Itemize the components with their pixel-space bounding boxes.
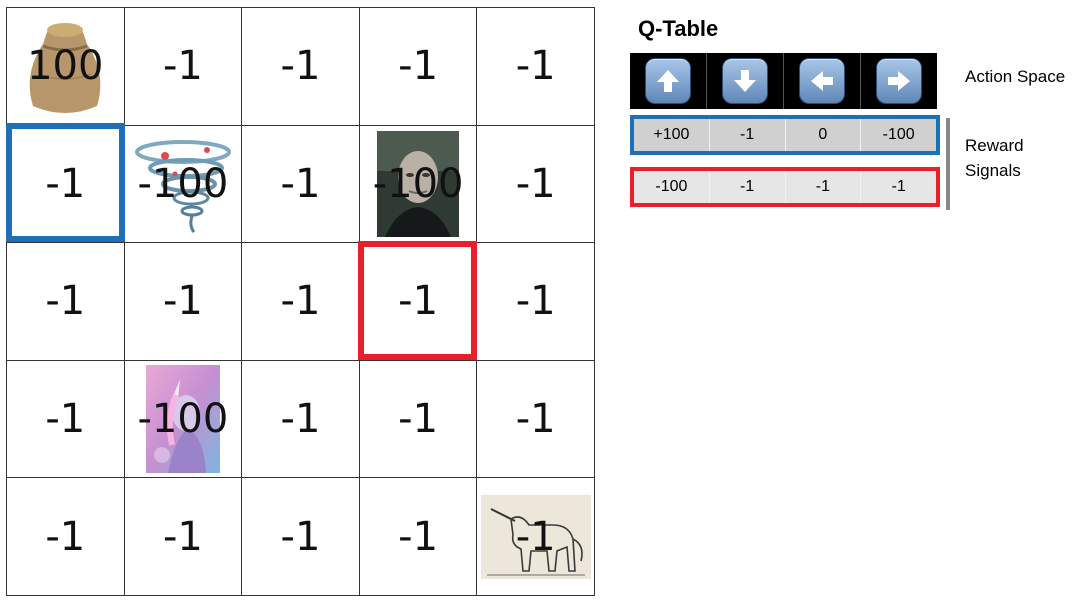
grid-cell: -1 bbox=[242, 125, 360, 244]
grid-cell: -100 bbox=[124, 360, 243, 479]
grid-cell: -1 bbox=[477, 478, 595, 596]
cell-value: -1 bbox=[280, 43, 321, 90]
grid-cell: -1 bbox=[7, 243, 125, 361]
q-value: -1 bbox=[710, 119, 786, 151]
cell-value: 100 bbox=[27, 43, 104, 90]
grid-cell: -1 bbox=[359, 478, 478, 596]
cell-value: -1 bbox=[515, 396, 556, 443]
grid-cell: -1 bbox=[359, 360, 478, 479]
grid-cell: -1 bbox=[242, 478, 360, 596]
reward-signals-bracket bbox=[946, 118, 950, 210]
cell-value: -1 bbox=[280, 513, 321, 560]
cell-value: -100 bbox=[137, 160, 229, 207]
cell-value: -100 bbox=[137, 396, 229, 443]
cell-value: -1 bbox=[398, 396, 439, 443]
cell-value: -1 bbox=[280, 278, 321, 325]
grid-cell: -1 bbox=[242, 360, 360, 479]
grid-cell: -1 bbox=[124, 8, 243, 126]
q-value: -1 bbox=[891, 178, 906, 195]
q-value: +100 bbox=[634, 119, 710, 151]
q-value: -100 bbox=[882, 126, 915, 143]
action-left bbox=[784, 53, 861, 109]
cell-value: -1 bbox=[515, 43, 556, 90]
cell-value: -1 bbox=[162, 43, 203, 90]
q-table-title: Q-Table bbox=[638, 16, 719, 41]
grid-cell: -1 bbox=[7, 125, 125, 244]
grid-cell: -1 bbox=[359, 8, 478, 126]
cell-value: -1 bbox=[45, 396, 86, 443]
action-space-bar bbox=[630, 53, 937, 109]
action-up bbox=[630, 53, 707, 109]
grid-cell: 100 bbox=[7, 8, 125, 126]
cell-value: -1 bbox=[45, 278, 86, 325]
grid-cell: -1 bbox=[477, 8, 595, 126]
cell-value: -1 bbox=[280, 396, 321, 443]
cell-value: -1 bbox=[515, 513, 556, 560]
cell-value: -1 bbox=[45, 513, 86, 560]
cell-value: -1 bbox=[515, 278, 556, 325]
reward-signals-label: Reward Signals bbox=[965, 133, 1024, 183]
cell-value: -1 bbox=[162, 513, 203, 560]
q-value: -1 bbox=[710, 171, 786, 203]
grid-cell: -100 bbox=[124, 125, 243, 244]
cell-value: -1 bbox=[280, 160, 321, 207]
q-value: 0 bbox=[786, 119, 862, 151]
arrow-up-icon bbox=[646, 59, 690, 103]
arrow-right-icon bbox=[877, 59, 921, 103]
grid-world: 100 -1 -1 -1 -1 -1 -100 -1 -100 -1 -1 -1… bbox=[6, 7, 595, 596]
grid-cell: -1 bbox=[242, 243, 360, 361]
grid-cell: -1 bbox=[124, 243, 243, 361]
arrow-left-icon bbox=[800, 59, 844, 103]
grid-cell: -1 bbox=[7, 360, 125, 479]
grid-cell: -1 bbox=[242, 8, 360, 126]
reward-label-line-1: Reward bbox=[965, 136, 1024, 155]
grid-cell: -1 bbox=[477, 243, 595, 361]
grid-cell: -1 bbox=[477, 125, 595, 244]
q-value: -1 bbox=[786, 171, 862, 203]
q-table-row: -100 -1 -1 -1 bbox=[630, 167, 940, 207]
grid-cell: -1 bbox=[359, 243, 478, 361]
cell-value: -1 bbox=[45, 160, 86, 207]
arrow-down-icon bbox=[723, 59, 767, 103]
q-table-row: +100 -1 0 -100 bbox=[630, 115, 940, 155]
grid-cell: -1 bbox=[7, 478, 125, 596]
action-down bbox=[707, 53, 784, 109]
grid-cell: -100 bbox=[359, 125, 478, 244]
grid-cell: -1 bbox=[124, 478, 243, 596]
q-value: -100 bbox=[634, 171, 710, 203]
cell-value: -1 bbox=[398, 513, 439, 560]
grid-cell: -1 bbox=[477, 360, 595, 479]
cell-value: -100 bbox=[372, 160, 464, 207]
action-space-label: Action Space bbox=[965, 67, 1066, 86]
action-right bbox=[861, 53, 937, 109]
reward-label-line-2: Signals bbox=[965, 161, 1021, 180]
cell-value: -1 bbox=[398, 43, 439, 90]
cell-value: -1 bbox=[398, 278, 439, 325]
cell-value: -1 bbox=[162, 278, 203, 325]
cell-value: -1 bbox=[515, 160, 556, 207]
